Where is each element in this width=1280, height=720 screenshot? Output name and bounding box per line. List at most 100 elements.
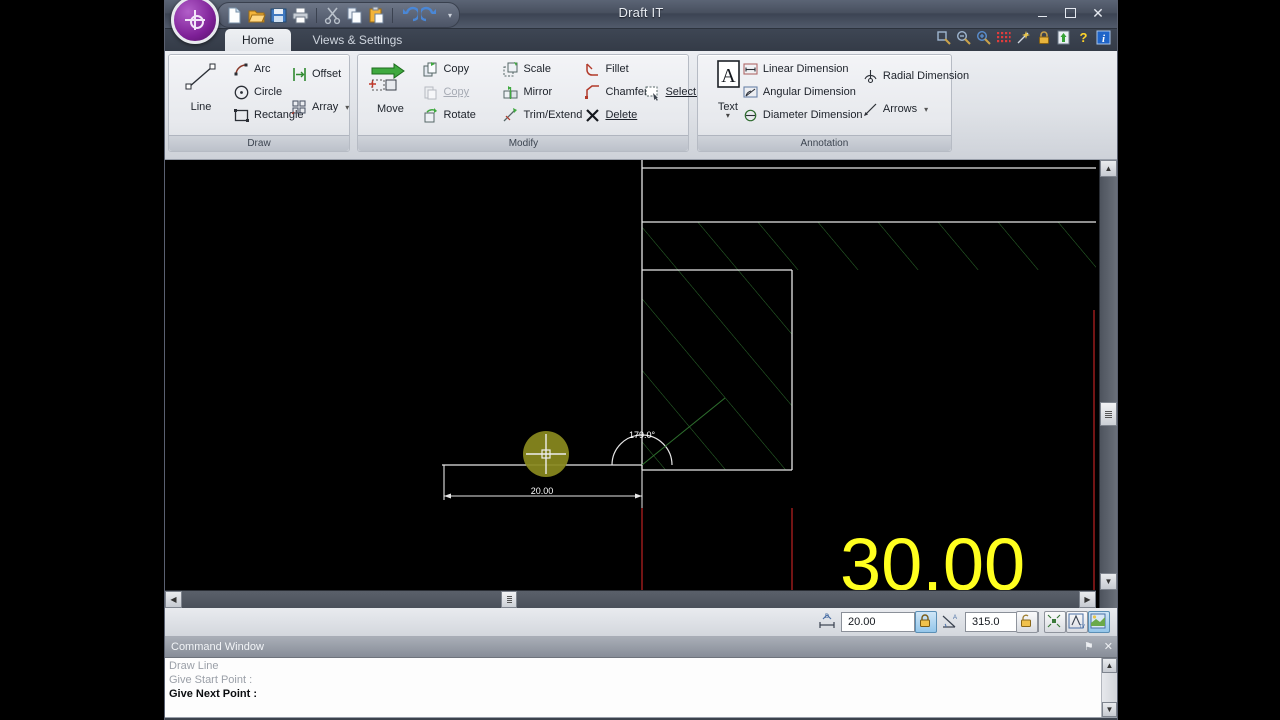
offset-button[interactable]: Offset [289,64,343,84]
length-input[interactable]: 20.00 [841,612,915,632]
linear-dimension-label: Linear Dimension [762,63,849,75]
panel-draw-title: Draw [169,135,349,151]
qat-overflow-icon[interactable]: ▾ [448,11,452,20]
cut-icon[interactable] [323,6,342,25]
scroll-right-button[interactable]: ▶ [1079,591,1096,608]
cad-canvas[interactable]: 179.0° 20.00 30.00 [165,160,1096,597]
line-button[interactable]: Line [173,60,229,113]
print-icon[interactable] [291,6,310,25]
scroll-left-button[interactable]: ◀ [165,591,182,608]
length-icon: D [817,612,837,637]
command-window-scrollbar[interactable]: ▲ ▼ [1101,658,1117,717]
tab-views-settings[interactable]: Views & Settings [295,29,419,51]
snap-marker [523,431,569,477]
osnap-button[interactable] [1044,611,1066,633]
fillet-button[interactable]: Fillet [582,59,630,79]
diameter-dimension-button[interactable]: Diameter Dimension [740,105,865,125]
canvas-vertical-scrollbar[interactable]: ▲ ▼ [1099,160,1117,608]
copy-button-label: Copy [443,63,470,75]
delete-button-label: Delete [605,109,638,121]
snap-grid-button[interactable] [1088,611,1110,633]
svg-text:D: D [825,614,830,620]
undo-icon[interactable] [399,6,421,25]
rotate-button[interactable]: Rotate [420,105,477,125]
arc-button-label: Arc [254,63,271,75]
arrows-icon [862,101,879,118]
trim-extend-button[interactable]: Trim/Extend [500,105,584,125]
layers-icon[interactable] [1056,30,1071,50]
maximize-button[interactable] [1057,4,1083,22]
close-button[interactable]: ✕ [1085,4,1111,22]
move-button[interactable]: Move [362,60,418,115]
scroll-down-button[interactable]: ▼ [1100,573,1117,590]
copy-button[interactable]: Copy [420,59,471,79]
angle-icon: A [940,612,960,637]
lock-icon[interactable] [1036,30,1051,50]
ribbon: Line Arc Circle Rectangle Offset Array ▾… [165,30,1117,160]
snap-icon[interactable] [1016,30,1031,50]
angular-dimension-button[interactable]: Angular Dimension [740,82,858,102]
pin-icon[interactable]: ⚑ [1084,637,1094,657]
command-window-body[interactable]: Draw Line Give Start Point : Give Next P… [165,658,1117,718]
panel-modify-title: Modify [358,135,689,151]
minimize-button[interactable] [1029,4,1055,22]
linear-dimension-button[interactable]: Linear Dimension [740,59,851,79]
tab-home[interactable]: Home [225,29,292,51]
diameter-dimension-icon [742,107,759,124]
zoom-extents-icon[interactable] [976,30,991,50]
new-icon[interactable] [225,6,244,25]
arrows-dropdown-icon[interactable]: ▾ [924,105,928,114]
command-window-title: Command Window [171,641,264,653]
vertical-scroll-thumb[interactable] [1100,402,1117,426]
radial-dimension-label: Radial Dimension [882,70,970,82]
mirror-button-label: Mirror [523,86,553,98]
array-button-label: Array [312,101,339,113]
help-icon[interactable]: ? [1076,30,1091,50]
open-icon[interactable] [247,6,266,25]
radial-dimension-button[interactable]: Radial Dimension [860,66,971,86]
arc-button[interactable]: Arc [231,59,273,79]
canvas-horizontal-scrollbar[interactable]: ◀ ▶ [165,590,1096,608]
diameter-dimension-label: Diameter Dimension [762,109,863,121]
circle-button[interactable]: Circle [231,82,284,102]
hatched-region [642,222,1096,470]
arrows-button[interactable]: Arrows ▾ [860,99,930,119]
chamfer-button[interactable]: Chamfer [582,82,649,102]
qat-separator [316,7,317,23]
length-lock-button[interactable] [915,611,937,633]
ortho-button[interactable]: TY [1066,611,1088,633]
grid-icon[interactable] [996,30,1011,50]
command-window-buttons: ⚑ ✕ [1084,637,1113,657]
paste-icon[interactable] [367,6,386,25]
scale-button[interactable]: Scale [500,59,553,79]
panel-annotation: A Text ▾ Linear Dimension Angular Dimens… [696,54,969,152]
array-dropdown-icon[interactable]: ▾ [345,103,349,112]
save-icon[interactable] [269,6,288,25]
zoom-out-icon[interactable] [956,30,971,50]
quick-access-toolbar: ▾ [217,2,461,28]
zoom-window-icon[interactable] [936,30,951,50]
cmd-scroll-up-button[interactable]: ▲ [1102,658,1117,673]
trim-extend-icon [502,107,519,124]
delete-button[interactable]: Delete [582,105,639,125]
mirror-button[interactable]: Mirror [500,82,554,102]
rotate-icon [422,107,439,124]
info-icon[interactable]: i [1096,30,1111,50]
orb-crosshair-icon [185,10,205,30]
scale-button-label: Scale [523,63,551,75]
mirror-icon [502,84,519,101]
scroll-up-button[interactable]: ▲ [1100,160,1117,177]
panel-modify: Move Copy Copy Rotate Scale Mirror Trim/… [357,54,722,152]
redo-icon[interactable] [418,6,440,25]
copy-icon[interactable] [345,6,364,25]
select-all-icon [644,84,661,101]
cmd-scroll-down-button[interactable]: ▼ [1102,702,1117,717]
array-button[interactable]: Array ▾ [289,97,351,117]
drawing-area[interactable]: 179.0° 20.00 30.00 ▲ ▼ ◀ ▶ [165,160,1117,608]
angle-lock-button[interactable] [1016,611,1038,633]
screen: Draft IT ✕ ▾ Home Views & Settings Line … [0,0,1280,720]
linear-dimension-icon [742,61,759,78]
close-icon[interactable]: ✕ [1104,637,1113,657]
horizontal-scroll-thumb[interactable] [501,591,517,608]
offset-icon [291,66,308,83]
